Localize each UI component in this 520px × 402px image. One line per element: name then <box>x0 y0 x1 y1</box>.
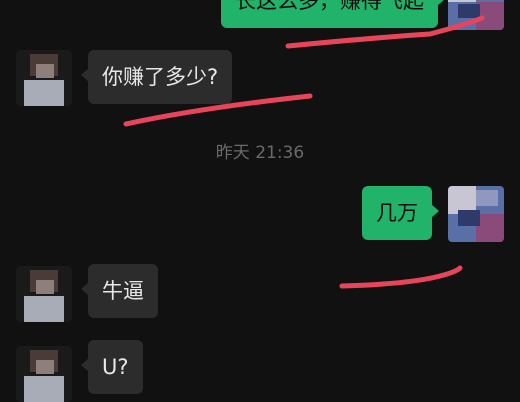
annotation-strokes <box>123 15 485 289</box>
message-bubble-incoming[interactable]: 牛逼 <box>81 264 158 318</box>
avatar-self[interactable] <box>448 186 504 242</box>
timestamp-divider: 昨天 21:36 <box>215 143 305 163</box>
chat-window: 长这么多，赚得飞起 你赚了多少? 昨天 21:36 几万 牛逼 U? <box>0 0 520 402</box>
avatar-contact[interactable] <box>16 346 72 402</box>
avatar-self[interactable] <box>448 0 504 30</box>
message-bubble-outgoing[interactable]: 长这么多，赚得飞起 <box>221 0 445 28</box>
red-underline-annotation <box>339 265 463 289</box>
message-bubble-outgoing[interactable]: 几万 <box>362 186 439 240</box>
message-bubble-incoming[interactable]: 你赚了多少? <box>80 50 233 104</box>
avatar-contact[interactable] <box>16 50 72 106</box>
avatar-contact[interactable] <box>16 266 72 322</box>
message-bubble-incoming[interactable]: U? <box>81 340 143 394</box>
